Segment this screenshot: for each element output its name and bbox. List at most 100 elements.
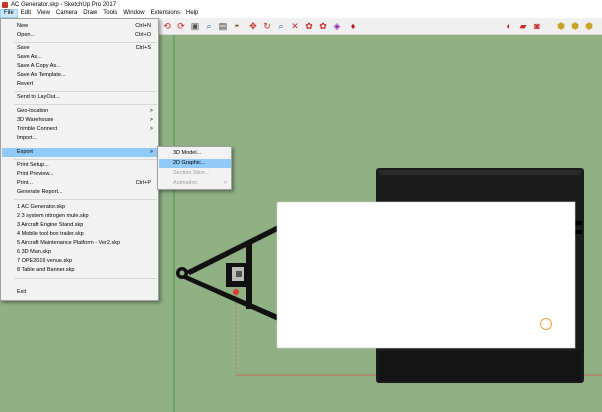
- print-preview-label: Print Preview...: [17, 171, 54, 177]
- menu-bar: File Edit View Camera Draw Tools Window …: [0, 9, 602, 18]
- exit-label: Exit: [17, 289, 27, 295]
- front-view-icon[interactable]: ⬢: [583, 20, 595, 32]
- menu-item-export[interactable]: Export >: [2, 148, 158, 157]
- recent-file-label: 3 Aircraft Engine Stand.skp: [17, 222, 84, 228]
- zoom-extents-icon[interactable]: ✕: [289, 20, 301, 32]
- recent-file-item[interactable]: 7 OPE2019 venue.skp: [2, 257, 158, 266]
- submenu-arrow-icon: >: [149, 149, 153, 155]
- import-label: Import...: [17, 135, 38, 141]
- iso-view-icon[interactable]: ⬢: [555, 20, 567, 32]
- menu-item-export-animation: Animation >: [159, 179, 231, 188]
- search-icon[interactable]: ⌕: [203, 20, 215, 32]
- menu-item-save-as[interactable]: Save As...: [2, 53, 158, 62]
- save-as-label: Save As...: [17, 54, 42, 60]
- title-bar: AC Generator.skp - SketchUp Pro 2017: [0, 0, 602, 9]
- menu-extensions[interactable]: Extensions: [148, 9, 183, 18]
- submenu-arrow-icon: >: [223, 180, 227, 186]
- menu-item-import[interactable]: Import...: [2, 134, 158, 143]
- component-icon[interactable]: ✿: [303, 20, 315, 32]
- layout-icon[interactable]: ▰: [517, 20, 529, 32]
- recent-file-item[interactable]: 4 Mobile tool box trailer.skp: [2, 230, 158, 239]
- enclosure-top-edge: [379, 170, 581, 175]
- menu-item-exit[interactable]: Exit: [2, 288, 158, 297]
- menu-item-export-section-slice: Section Slice...: [159, 169, 231, 178]
- menu-item-3d-warehouse[interactable]: 3D Warehouse >: [2, 116, 158, 125]
- move-icon[interactable]: ✥: [247, 20, 259, 32]
- save-shortcut: Ctrl+S: [135, 45, 151, 51]
- tongue-crossbar: [246, 243, 252, 309]
- menu-item-print-preview[interactable]: Print Preview...: [2, 170, 158, 179]
- sketchup-red-icon[interactable]: ◙: [531, 20, 543, 32]
- recent-file-item[interactable]: 2 3 system nitrogen mule.skp: [2, 212, 158, 221]
- menu-item-trimble-connect[interactable]: Trimble Connect >: [2, 125, 158, 134]
- export-animation-label: Animation: [173, 180, 198, 186]
- menu-item-save-copy-as[interactable]: Save A Copy As...: [2, 62, 158, 71]
- export-label: Export: [17, 149, 33, 155]
- menu-item-save[interactable]: Save Ctrl+S: [2, 44, 158, 53]
- recent-file-item[interactable]: 5 Aircraft Maintenance Platform - Ver2.s…: [2, 239, 158, 248]
- menu-item-open[interactable]: Open... Ctrl+O: [2, 31, 158, 40]
- menu-tools[interactable]: Tools: [100, 9, 120, 18]
- recent-file-item[interactable]: 6 3D Man.skp: [2, 248, 158, 257]
- menu-item-print[interactable]: Print... Ctrl+P: [2, 179, 158, 188]
- menu-item-revert[interactable]: Revert: [2, 80, 158, 89]
- menu-edit[interactable]: Edit: [18, 9, 34, 18]
- undo-icon[interactable]: ⟲: [161, 20, 173, 32]
- submenu-arrow-icon: >: [149, 126, 153, 132]
- export-submenu: 3D Model... 2D Graphic... Section Slice.…: [157, 146, 232, 190]
- extension-warehouse-icon[interactable]: ◐: [503, 20, 515, 32]
- menu-camera[interactable]: Camera: [53, 9, 80, 18]
- open-shortcut: Ctrl+O: [134, 32, 151, 38]
- menu-item-generate-report[interactable]: Generate Report...: [2, 188, 158, 197]
- menu-separator: [14, 42, 157, 43]
- zoom-icon[interactable]: ⌕: [275, 20, 287, 32]
- print-label: Print...: [17, 180, 33, 186]
- hitch-hole: [179, 270, 185, 276]
- rotate-icon[interactable]: ↻: [261, 20, 273, 32]
- new-shortcut: Ctrl+N: [135, 23, 151, 29]
- menu-item-geo-location[interactable]: Geo-location >: [2, 107, 158, 116]
- text-icon[interactable]: ▤: [217, 20, 229, 32]
- menu-separator: [14, 159, 157, 160]
- menu-help[interactable]: Help: [183, 9, 201, 18]
- menu-item-export-2d-graphic[interactable]: 2D Graphic...: [159, 159, 231, 168]
- export-2d-graphic-label: 2D Graphic...: [173, 160, 206, 166]
- menu-item-export-3d-model[interactable]: 3D Model...: [159, 149, 231, 158]
- ruby-icon[interactable]: ♦: [347, 20, 359, 32]
- style-icon[interactable]: ◈: [331, 20, 343, 32]
- submenu-arrow-icon: >: [149, 117, 153, 123]
- recent-file-item[interactable]: 8 Table and Banner.skp: [2, 266, 158, 275]
- menu-item-send-to-layout[interactable]: Send to LayOut...: [2, 93, 158, 102]
- menu-item-print-setup[interactable]: Print Setup...: [2, 161, 158, 170]
- recent-file-label: 4 Mobile tool box trailer.skp: [17, 231, 84, 237]
- white-panel: [276, 201, 576, 349]
- jack-bolt: [236, 271, 242, 277]
- menu-view[interactable]: View: [34, 9, 53, 18]
- recent-file-item[interactable]: 1 AC Generator.skp: [2, 203, 158, 212]
- save-copy-as-label: Save A Copy As...: [17, 63, 61, 69]
- material-icon[interactable]: ✿: [317, 20, 329, 32]
- redo-icon[interactable]: ⟳: [175, 20, 187, 32]
- top-view-icon[interactable]: ⬢: [569, 20, 581, 32]
- save-as-template-label: Save As Template...: [17, 72, 66, 78]
- menu-item-new[interactable]: New Ctrl+N: [2, 22, 158, 31]
- recent-file-item[interactable]: 3 Aircraft Engine Stand.skp: [2, 221, 158, 230]
- paint-icon[interactable]: ▣: [189, 20, 201, 32]
- menu-window[interactable]: Window: [120, 9, 147, 18]
- menu-file[interactable]: File: [0, 9, 18, 18]
- recent-file-label: 6 3D Man.skp: [17, 249, 51, 255]
- submenu-arrow-icon: >: [149, 108, 153, 114]
- 3d-warehouse-label: 3D Warehouse: [17, 117, 54, 123]
- save-label: Save: [17, 45, 30, 51]
- menu-draw[interactable]: Draw: [80, 9, 100, 18]
- trimble-connect-label: Trimble Connect: [17, 126, 58, 132]
- paint-bucket-icon[interactable]: ◓: [231, 20, 243, 32]
- menu-separator: [14, 278, 157, 279]
- recent-file-label: 7 OPE2019 venue.skp: [17, 258, 73, 264]
- revert-label: Revert: [17, 81, 34, 87]
- menu-separator: [14, 91, 157, 92]
- geo-location-label: Geo-location: [17, 108, 49, 114]
- menu-item-save-as-template[interactable]: Save As Template...: [2, 71, 158, 80]
- recent-file-label: 8 Table and Banner.skp: [17, 267, 75, 273]
- menu-separator: [14, 104, 157, 105]
